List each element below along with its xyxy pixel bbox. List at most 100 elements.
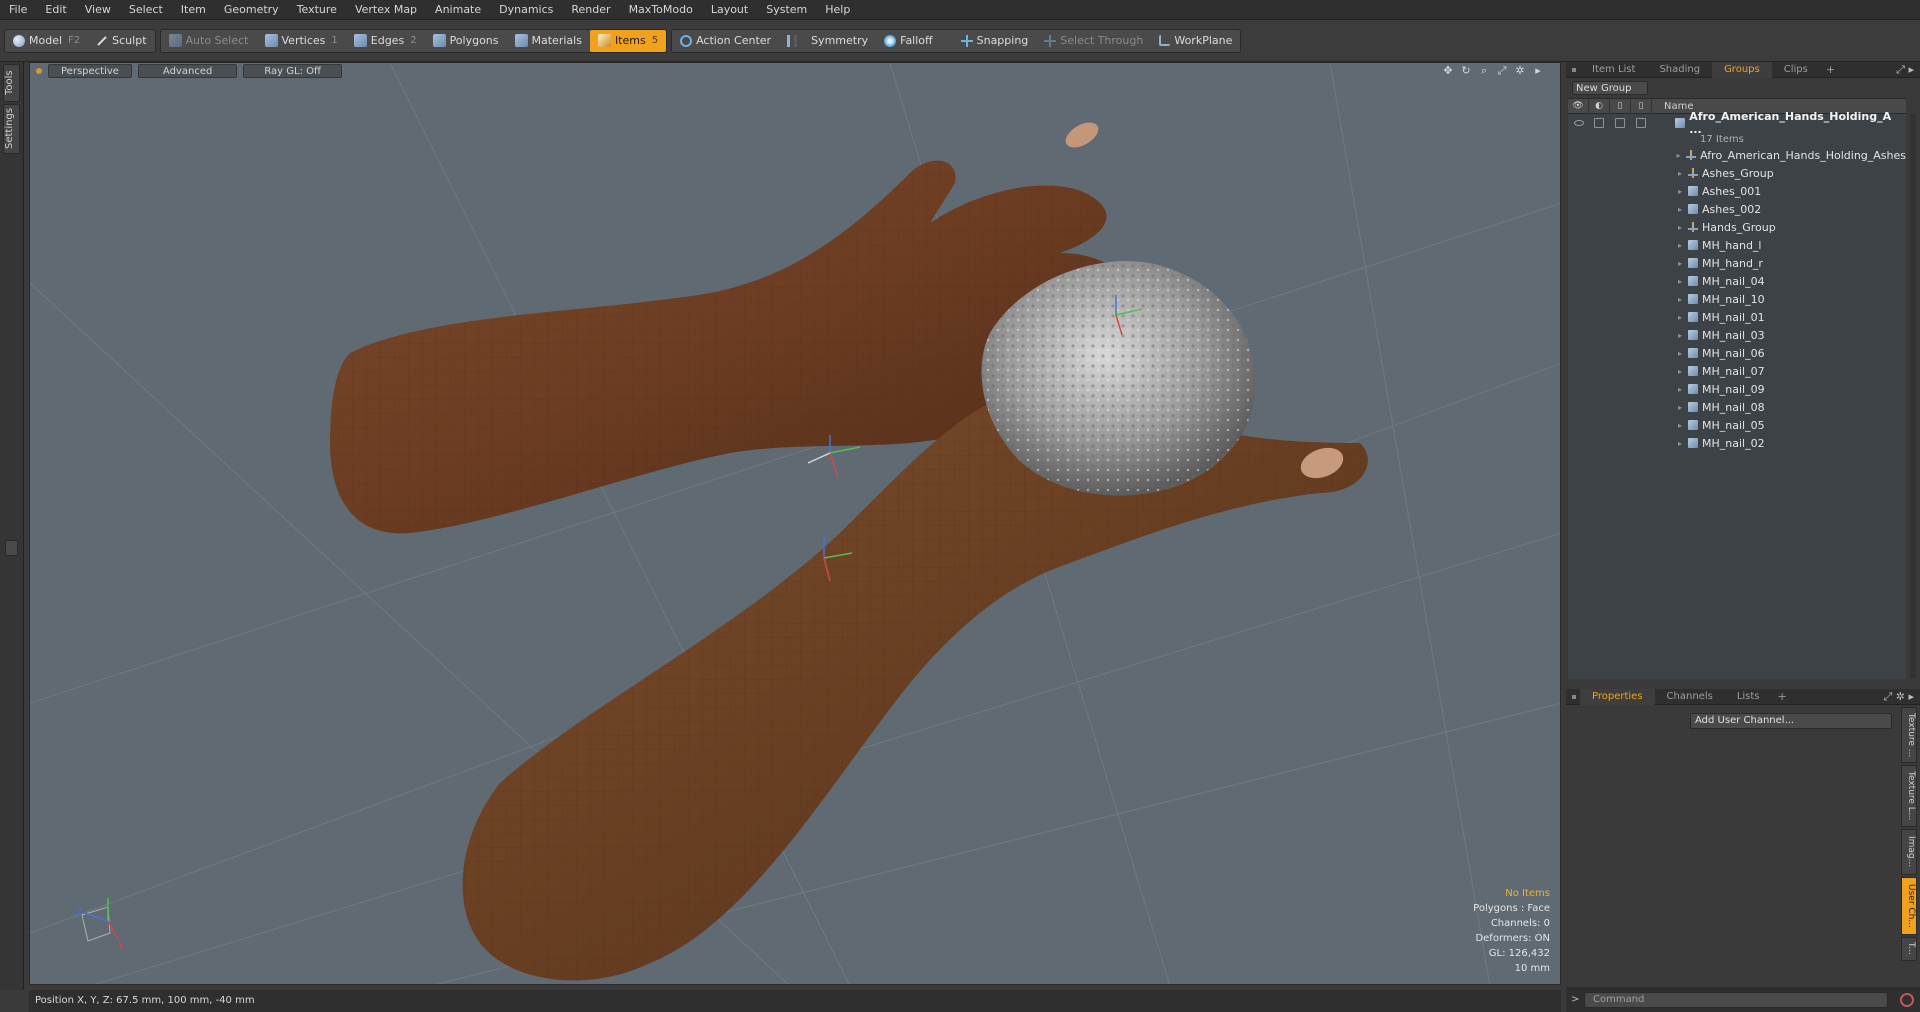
panel-expand-icon[interactable]: ⤢ ▸ bbox=[1896, 62, 1914, 78]
view-mode-dropdown[interactable]: Perspective bbox=[48, 64, 132, 78]
menu-geometry[interactable]: Geometry bbox=[215, 0, 288, 20]
side-tab-texture-layers[interactable]: Texture L... bbox=[1901, 765, 1917, 827]
render-column-icon[interactable]: ◐ bbox=[1589, 98, 1610, 114]
group-item-row[interactable]: ▸ MH_nail_05 bbox=[1568, 416, 1906, 434]
pan-icon[interactable]: ✥ bbox=[1442, 65, 1454, 77]
expand-arrow-icon[interactable]: ▸ bbox=[1678, 349, 1688, 358]
group-item-row[interactable]: ▸ MH_nail_09 bbox=[1568, 380, 1906, 398]
tools-tab[interactable]: Tools bbox=[3, 64, 20, 102]
expand-arrow-icon[interactable]: ▸ bbox=[1678, 205, 1688, 214]
command-history-arrow-icon[interactable]: > bbox=[1571, 994, 1579, 1005]
model-button[interactable]: Model F2 bbox=[5, 30, 88, 52]
bottom-panel-menu-icon[interactable] bbox=[1572, 694, 1576, 699]
expand-arrow-icon[interactable]: ▸ bbox=[1678, 241, 1688, 250]
tree-scrollbar[interactable] bbox=[1910, 114, 1916, 679]
expand-arrow-icon[interactable]: ▸ bbox=[1532, 65, 1544, 77]
group-item-row[interactable]: ▸ Ashes_002 bbox=[1568, 200, 1906, 218]
menu-dynamics[interactable]: Dynamics bbox=[490, 0, 562, 20]
menu-render[interactable]: Render bbox=[562, 0, 619, 20]
group-item-row[interactable]: ▸ MH_nail_07 bbox=[1568, 362, 1906, 380]
expand-arrow-icon[interactable]: ▸ bbox=[1678, 367, 1688, 376]
sculpt-button[interactable]: Sculpt bbox=[88, 30, 154, 52]
expand-arrow-icon[interactable]: ▸ bbox=[1678, 169, 1688, 178]
menu-system[interactable]: System bbox=[757, 0, 816, 20]
side-tab-more[interactable]: T... bbox=[1901, 937, 1917, 961]
menu-layout[interactable]: Layout bbox=[702, 0, 757, 20]
group-item-row[interactable]: ▸ MH_hand_l bbox=[1568, 236, 1906, 254]
select-column-icon[interactable]: ▯ bbox=[1631, 98, 1652, 114]
left-strip-toggle[interactable] bbox=[5, 540, 18, 556]
3d-viewport[interactable]: Z X Perspective Advanced Ray GL: Off ✥ ↻… bbox=[29, 62, 1561, 985]
lock-checkbox[interactable] bbox=[1615, 118, 1625, 128]
group-item-row[interactable]: ▸ MH_nail_08 bbox=[1568, 398, 1906, 416]
expand-arrow-icon[interactable]: ▸ bbox=[1678, 259, 1688, 268]
expand-arrow-icon[interactable]: ▸ bbox=[1678, 187, 1688, 196]
edges-button[interactable]: Edges 2 bbox=[346, 30, 425, 52]
shading-dropdown[interactable]: Advanced bbox=[137, 64, 238, 78]
expand-arrow-icon[interactable]: ▸ bbox=[1678, 385, 1688, 394]
group-item-row[interactable]: ▸ MH_nail_03 bbox=[1568, 326, 1906, 344]
add-user-channel-button[interactable]: Add User Channel... bbox=[1690, 713, 1892, 729]
menu-vertex-map[interactable]: Vertex Map bbox=[346, 0, 426, 20]
command-clear-icon[interactable] bbox=[1900, 992, 1914, 1007]
select-checkbox[interactable] bbox=[1636, 118, 1646, 128]
snapping-button[interactable]: Snapping bbox=[953, 30, 1037, 52]
lock-column-icon[interactable]: ▯ bbox=[1610, 98, 1631, 114]
bottom-panel-expand-icon[interactable]: ⤢ ✲ ▸ bbox=[1883, 689, 1914, 705]
expand-arrow-icon[interactable]: ▸ bbox=[1678, 421, 1688, 430]
menu-animate[interactable]: Animate bbox=[426, 0, 490, 20]
items-button[interactable]: Items 5 bbox=[589, 29, 667, 52]
falloff-button[interactable]: Falloff bbox=[876, 30, 940, 52]
group-item-row[interactable]: ▸ MH_nail_06 bbox=[1568, 344, 1906, 362]
group-item-row[interactable]: ▸ MH_nail_02 bbox=[1568, 434, 1906, 452]
raygl-toggle[interactable]: Ray GL: Off bbox=[243, 64, 342, 78]
expand-arrow-icon[interactable]: ▸ bbox=[1678, 223, 1688, 232]
menu-edit[interactable]: Edit bbox=[36, 0, 75, 20]
zoom-icon[interactable]: ⌕ bbox=[1478, 65, 1490, 77]
expand-arrow-icon[interactable]: ▸ bbox=[1678, 313, 1688, 322]
tab-shading[interactable]: Shading bbox=[1647, 62, 1712, 78]
new-group-button[interactable]: New Group bbox=[1572, 81, 1648, 95]
maximize-icon[interactable]: ⤢ bbox=[1496, 65, 1508, 77]
menu-help[interactable]: Help bbox=[816, 0, 859, 20]
panel-menu-icon[interactable] bbox=[1572, 67, 1576, 72]
tab-groups[interactable]: Groups bbox=[1712, 61, 1772, 78]
tab-clips[interactable]: Clips bbox=[1772, 62, 1820, 78]
menu-select[interactable]: Select bbox=[120, 0, 172, 20]
command-input[interactable] bbox=[1584, 991, 1888, 1008]
menu-file[interactable]: File bbox=[0, 0, 36, 20]
workplane-button[interactable]: WorkPlane bbox=[1151, 30, 1240, 52]
expand-arrow-icon[interactable]: ▸ bbox=[1678, 277, 1688, 286]
polygons-button[interactable]: Polygons bbox=[425, 30, 507, 52]
render-checkbox[interactable] bbox=[1594, 118, 1604, 128]
auto-select-button[interactable]: Auto Select bbox=[161, 30, 257, 52]
action-center-button[interactable]: Action Center bbox=[672, 30, 779, 52]
group-item-row[interactable]: ▸ Ashes_001 bbox=[1568, 182, 1906, 200]
expand-arrow-icon[interactable]: ▸ bbox=[1678, 439, 1688, 448]
group-root-row[interactable]: Afro_American_Hands_Holding_A ... bbox=[1568, 110, 1906, 136]
menu-view[interactable]: View bbox=[76, 0, 120, 20]
menu-texture[interactable]: Texture bbox=[288, 0, 346, 20]
gear-icon[interactable]: ✲ bbox=[1514, 65, 1526, 77]
group-item-row[interactable]: ▸ MH_nail_04 bbox=[1568, 272, 1906, 290]
visibility-column-icon[interactable]: 👁 bbox=[1568, 98, 1589, 114]
expand-arrow-icon[interactable]: ▸ bbox=[1676, 151, 1686, 160]
visibility-eye-icon[interactable] bbox=[1574, 120, 1584, 126]
expand-arrow-icon[interactable]: ▸ bbox=[1678, 331, 1688, 340]
vertices-button[interactable]: Vertices 1 bbox=[257, 30, 346, 52]
tab-channels[interactable]: Channels bbox=[1655, 689, 1725, 705]
materials-button[interactable]: Materials bbox=[507, 30, 590, 52]
menu-item[interactable]: Item bbox=[172, 0, 215, 20]
settings-tab[interactable]: Settings bbox=[3, 104, 20, 154]
expand-arrow-icon[interactable]: ▸ bbox=[1678, 403, 1688, 412]
select-through-button[interactable]: Select Through bbox=[1036, 30, 1151, 52]
add-bottom-tab-icon[interactable]: + bbox=[1772, 690, 1793, 703]
group-item-row[interactable]: ▸ Hands_Group bbox=[1568, 218, 1906, 236]
tab-properties[interactable]: Properties bbox=[1580, 688, 1655, 705]
rotate-icon[interactable]: ↻ bbox=[1460, 65, 1472, 77]
group-item-row[interactable]: ▸ MH_hand_r bbox=[1568, 254, 1906, 272]
tab-item-list[interactable]: Item List bbox=[1580, 62, 1647, 78]
group-item-row[interactable]: ▸ MH_nail_01 bbox=[1568, 308, 1906, 326]
side-tab-user-channels[interactable]: User Ch... bbox=[1901, 877, 1917, 935]
symmetry-button[interactable]: Symmetry bbox=[779, 30, 876, 52]
